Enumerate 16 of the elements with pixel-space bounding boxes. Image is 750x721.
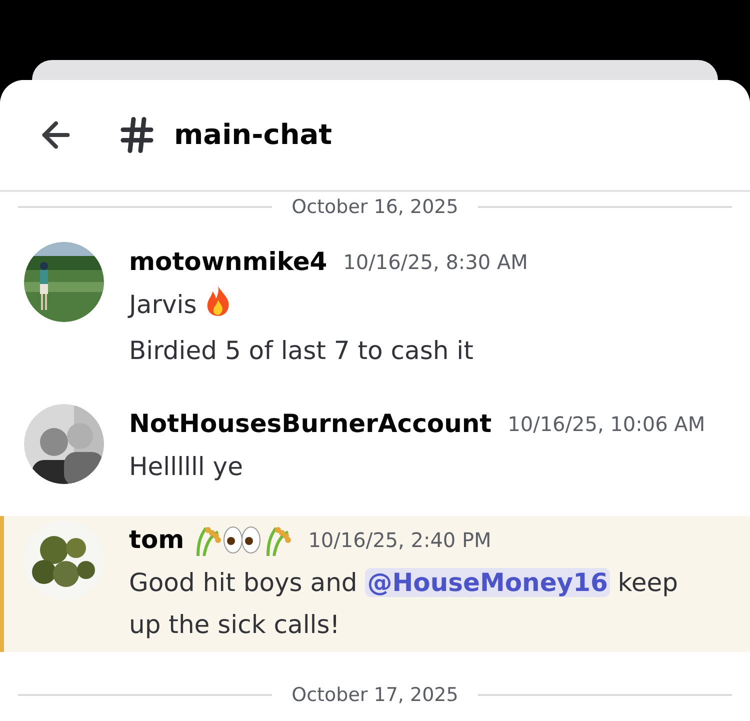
message-text: Birdied 5 of last 7 to cash it bbox=[129, 335, 474, 367]
username[interactable]: tom bbox=[129, 521, 184, 559]
timestamp: 10/16/25, 10:06 AM bbox=[508, 411, 706, 438]
user-mention[interactable]: @HouseMoney16 bbox=[365, 568, 610, 597]
timestamp: 10/16/25, 8:30 AM bbox=[343, 249, 528, 276]
timestamp: 10/16/25, 2:40 PM bbox=[308, 527, 492, 554]
username[interactable]: NotHousesBurnerAccount bbox=[129, 405, 492, 443]
message-text: Jarvis bbox=[129, 284, 528, 326]
message-text: Good hit boys and @HouseMoney16 keep up the sick calls! bbox=[129, 567, 680, 641]
channel-title: main-chat bbox=[174, 117, 332, 153]
username[interactable]: motownmike4 bbox=[129, 243, 328, 281]
date-divider-label: October 17, 2025 bbox=[292, 683, 458, 708]
eyes-icon bbox=[222, 524, 262, 556]
fire-icon bbox=[204, 285, 231, 317]
date-divider-label: October 16, 2025 bbox=[292, 195, 458, 220]
message-text: Hellllll ye bbox=[129, 451, 244, 483]
